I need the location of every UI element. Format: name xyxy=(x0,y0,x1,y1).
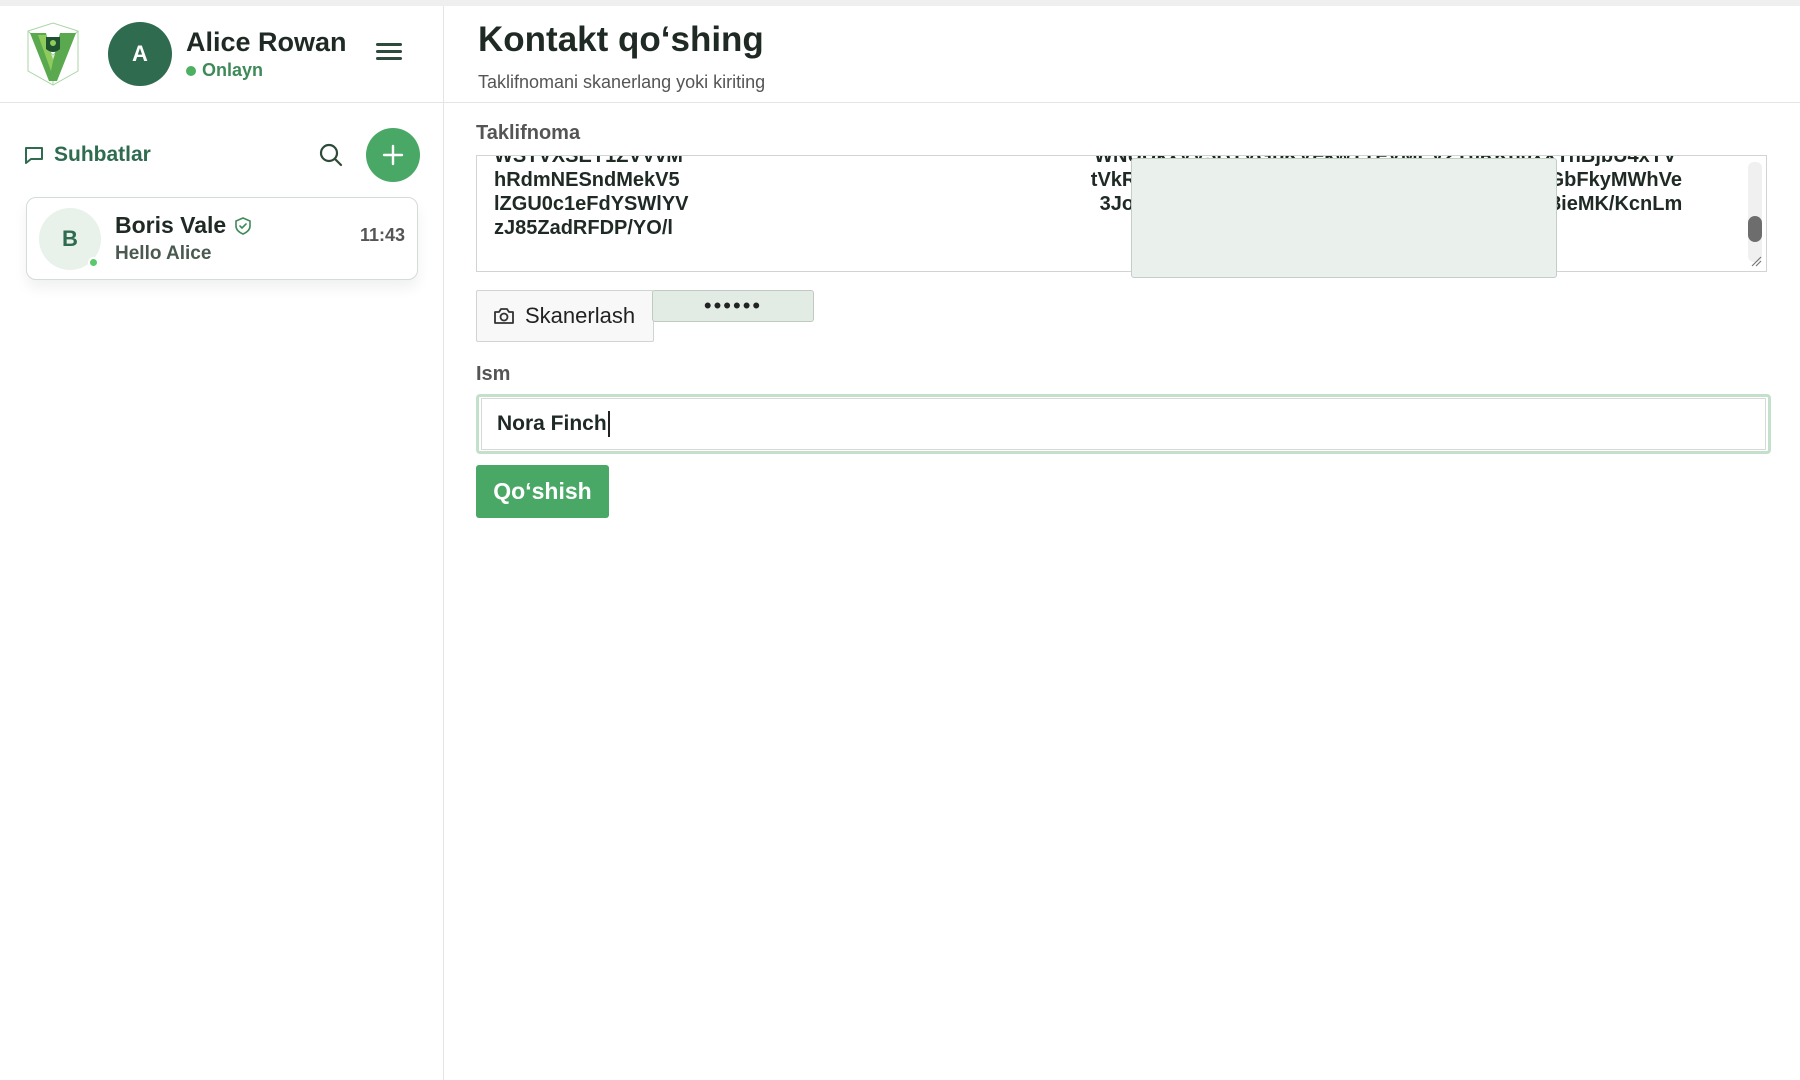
contact-name-row: Boris Vale xyxy=(115,212,252,239)
textarea-scrollbar[interactable] xyxy=(1748,162,1762,262)
scan-button[interactable]: Skanerlash xyxy=(476,290,654,342)
contact-online-dot xyxy=(88,256,99,268)
password-autofill-chip[interactable]: •••••• xyxy=(652,290,814,322)
search-icon[interactable] xyxy=(318,142,344,168)
page-subtitle: Taklifnomani skanerlang yoki kiriting xyxy=(478,72,766,92)
user-name: Alice Rowan xyxy=(186,27,347,57)
new-chat-button[interactable] xyxy=(366,128,420,182)
sidebar-header: A Alice Rowan Onlayn xyxy=(0,6,443,103)
user-status-label: Onlayn xyxy=(202,60,264,80)
invite-label: Taklifnoma xyxy=(476,122,581,144)
textarea-scroll-thumb[interactable] xyxy=(1748,216,1762,242)
sidebar: A Alice Rowan Onlayn Suhbatlar B Boris V… xyxy=(0,6,444,1080)
autofill-overlay xyxy=(1131,158,1557,278)
chats-header: Suhbatlar xyxy=(24,128,420,182)
chat-item-body: Boris Vale Hello Alice xyxy=(115,212,252,265)
user-info: Alice Rowan Onlayn xyxy=(186,27,347,81)
invite-line: zJ85ZadRFDP/YO/l xyxy=(494,217,673,239)
page-title: Kontakt qoʻshing xyxy=(478,20,764,59)
contact-avatar: B xyxy=(39,207,101,270)
name-label: Ism xyxy=(476,363,511,385)
resize-handle-icon[interactable] xyxy=(1750,255,1762,267)
user-avatar[interactable]: A xyxy=(108,22,172,86)
verified-shield-icon xyxy=(235,216,252,235)
chats-title-label: Suhbatlar xyxy=(54,143,151,166)
invite-textarea[interactable]: WSTVXSEY1ZVVvM WNUUkxVV3BTVGpKVFkwTTFVME… xyxy=(476,155,1767,272)
chat-preview: Hello Alice xyxy=(115,243,212,264)
chats-title: Suhbatlar xyxy=(24,143,151,167)
app-logo-icon xyxy=(27,22,79,86)
user-status: Onlayn xyxy=(186,60,347,81)
main-header: Kontakt qoʻshing Taklifnomani skanerlang… xyxy=(444,6,1800,103)
chat-bubble-icon xyxy=(25,147,43,164)
main-panel: Kontakt qoʻshing Taklifnomani skanerlang… xyxy=(444,6,1800,1080)
text-caret xyxy=(607,411,610,437)
scan-button-label: Skanerlash xyxy=(525,303,636,328)
contact-name: Boris Vale xyxy=(115,212,227,238)
plus-icon xyxy=(382,144,404,166)
app-window: A Alice Rowan Onlayn Suhbatlar B Boris V… xyxy=(0,6,1800,1080)
online-status-dot xyxy=(186,65,196,76)
hamburger-menu-icon[interactable] xyxy=(376,40,402,66)
name-field-value: Nora Finch xyxy=(497,412,607,435)
name-field[interactable]: Nora Finch xyxy=(476,394,1771,454)
contact-avatar-initial: B xyxy=(62,225,78,251)
name-field-inner[interactable]: Nora Finch xyxy=(481,398,1766,450)
chat-list-item[interactable]: B Boris Vale Hello Alice 11:43 xyxy=(26,197,418,280)
camera-icon xyxy=(494,308,514,324)
add-contact-button[interactable]: Qoʻshish xyxy=(476,465,609,518)
chat-time: 11:43 xyxy=(359,225,405,245)
